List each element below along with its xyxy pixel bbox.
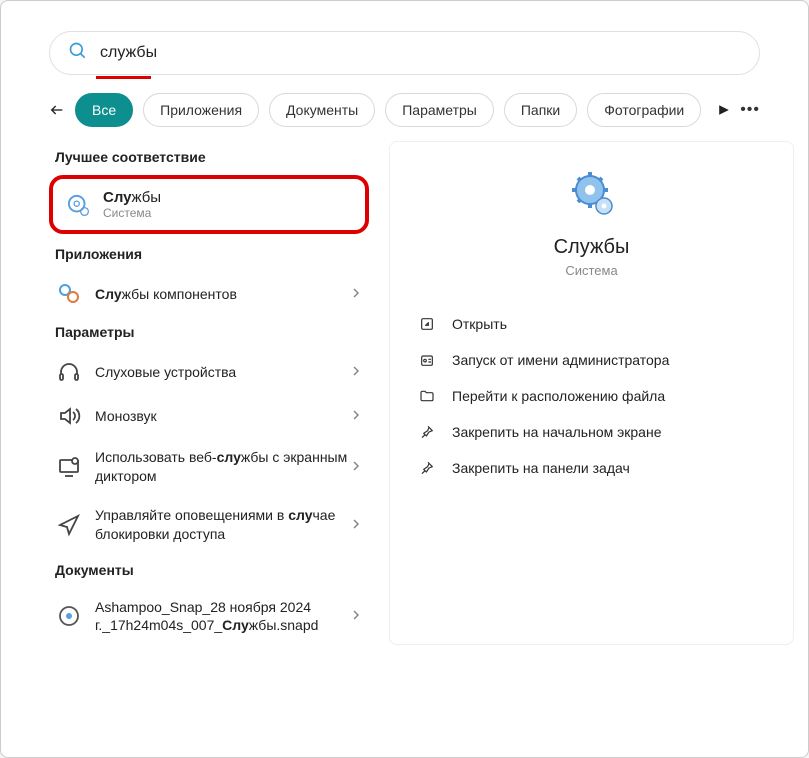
action-label: Перейти к расположению файла bbox=[452, 388, 665, 404]
section-documents: Документы bbox=[55, 562, 369, 578]
shield-icon bbox=[418, 351, 436, 369]
tabs-more[interactable] bbox=[717, 94, 730, 126]
back-button[interactable] bbox=[49, 96, 65, 124]
document-result-item[interactable]: Ashampoo_Snap_28 ноября 2024 г._17h24m04… bbox=[49, 588, 369, 646]
settings-result-item[interactable]: Управляйте оповещениями в случае блокиро… bbox=[49, 496, 369, 554]
list-item-label: Монозвук bbox=[95, 407, 351, 426]
best-match-title: Службы bbox=[103, 189, 161, 206]
chevron-right-icon bbox=[351, 458, 361, 476]
tab-apps[interactable]: Приложения bbox=[143, 93, 259, 127]
tab-all[interactable]: Все bbox=[75, 93, 133, 127]
overflow-menu[interactable]: ••• bbox=[740, 94, 760, 126]
list-item-label: Использовать веб-службы с экранным дикто… bbox=[95, 448, 351, 486]
app-result-item[interactable]: Службы компонентов bbox=[49, 272, 369, 316]
gear-icon bbox=[568, 170, 616, 218]
settings-result-item[interactable]: Монозвук bbox=[49, 394, 369, 438]
action-open[interactable]: Открыть bbox=[414, 306, 769, 342]
action-pin-to-start[interactable]: Закрепить на начальном экране bbox=[414, 414, 769, 450]
details-subtitle: Система bbox=[565, 263, 617, 278]
tabs-row: Все Приложения Документы Параметры Папки… bbox=[49, 93, 760, 127]
gear-icon bbox=[65, 192, 91, 218]
chevron-right-icon bbox=[351, 407, 361, 425]
gear-cluster-icon bbox=[57, 282, 81, 306]
send-icon bbox=[57, 513, 81, 537]
action-open-file-location[interactable]: Перейти к расположению файла bbox=[414, 378, 769, 414]
action-label: Запуск от имени администратора bbox=[452, 352, 669, 368]
folder-icon bbox=[418, 387, 436, 405]
settings-result-item[interactable]: Слуховые устройства bbox=[49, 350, 369, 394]
speaker-icon bbox=[57, 404, 81, 428]
settings-result-item[interactable]: Использовать веб-службы с экранным дикто… bbox=[49, 438, 369, 496]
action-label: Открыть bbox=[452, 316, 507, 332]
details-title: Службы bbox=[554, 236, 630, 259]
chevron-right-icon bbox=[351, 607, 361, 625]
file-icon bbox=[57, 604, 81, 628]
action-label: Закрепить на начальном экране bbox=[452, 424, 662, 440]
search-input[interactable] bbox=[100, 44, 741, 62]
tab-photos[interactable]: Фотографии bbox=[587, 93, 701, 127]
list-item-label: Управляйте оповещениями в случае блокиро… bbox=[95, 506, 351, 544]
list-item-label: Ashampoo_Snap_28 ноября 2024 г._17h24m04… bbox=[95, 598, 351, 636]
tab-folders[interactable]: Папки bbox=[504, 93, 577, 127]
details-panel: Службы Система Открыть Запуск от имени а… bbox=[389, 141, 794, 645]
monitor-icon bbox=[57, 455, 81, 479]
section-settings: Параметры bbox=[55, 324, 369, 340]
tab-documents[interactable]: Документы bbox=[269, 93, 375, 127]
pin-icon bbox=[418, 423, 436, 441]
section-best-match: Лучшее соответствие bbox=[55, 149, 369, 165]
pin-icon bbox=[418, 459, 436, 477]
tab-settings[interactable]: Параметры bbox=[385, 93, 494, 127]
open-icon bbox=[418, 315, 436, 333]
search-icon bbox=[68, 41, 88, 66]
headset-icon bbox=[57, 360, 81, 384]
action-run-as-admin[interactable]: Запуск от имени администратора bbox=[414, 342, 769, 378]
chevron-right-icon bbox=[351, 516, 361, 534]
results-body: Лучшее соответствие Службы Система Прило… bbox=[49, 141, 794, 645]
search-bar[interactable] bbox=[49, 31, 760, 75]
section-apps: Приложения bbox=[55, 246, 369, 262]
search-window: { "search": { "query": "службы" }, "tabs… bbox=[0, 0, 809, 758]
list-item-label: Службы компонентов bbox=[95, 285, 351, 304]
results-list: Лучшее соответствие Службы Система Прило… bbox=[49, 141, 369, 645]
annotation-underline bbox=[96, 76, 151, 79]
best-match-subtitle: Система bbox=[103, 206, 161, 220]
action-pin-to-taskbar[interactable]: Закрепить на панели задач bbox=[414, 450, 769, 486]
best-match-item[interactable]: Службы Система bbox=[49, 175, 369, 234]
details-hero: Службы Система bbox=[414, 170, 769, 278]
chevron-right-icon bbox=[351, 285, 361, 303]
chevron-right-icon bbox=[351, 363, 361, 381]
action-label: Закрепить на панели задач bbox=[452, 460, 630, 476]
list-item-label: Слуховые устройства bbox=[95, 363, 351, 382]
